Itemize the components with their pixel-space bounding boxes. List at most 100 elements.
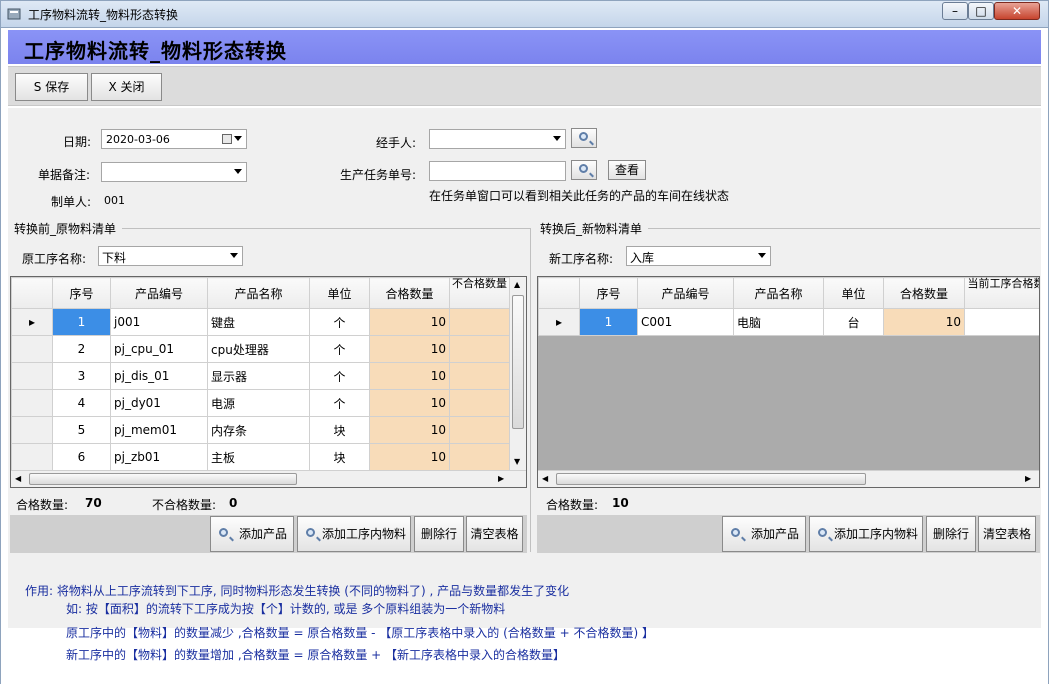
right-grid[interactable]: 序号 产品编号 产品名称 单位 合格数量 当前工序合格数量 ▸ 1 C001 电… xyxy=(537,276,1040,488)
column-header[interactable]: 产品名称 xyxy=(733,277,824,309)
cell-code[interactable]: C001 xyxy=(637,308,734,336)
cell-name[interactable]: 显示器 xyxy=(207,362,310,390)
column-header[interactable]: 单位 xyxy=(823,277,884,309)
handler-select[interactable] xyxy=(429,129,566,149)
cell-no[interactable]: 4 xyxy=(52,389,111,417)
view-button[interactable]: 查看 xyxy=(608,160,646,180)
left-delete-row-button[interactable]: 删除行 xyxy=(414,516,464,552)
cell-qty[interactable]: 10 xyxy=(369,308,450,336)
scroll-left-icon[interactable]: ◀ xyxy=(542,474,548,483)
row-header[interactable] xyxy=(11,389,53,417)
cell-current-qty[interactable] xyxy=(964,308,1039,336)
cell-bad-qty[interactable] xyxy=(449,389,510,417)
cell-bad-qty[interactable] xyxy=(449,362,510,390)
row-header[interactable] xyxy=(11,443,53,471)
cell-bad-qty[interactable] xyxy=(449,335,510,363)
cell-bad-qty[interactable] xyxy=(449,443,510,471)
cell-name[interactable]: cpu处理器 xyxy=(207,335,310,363)
left-horizontal-scrollbar[interactable]: ◀ ▶ xyxy=(11,470,526,487)
left-add-process-button[interactable]: 添加工序内物料 xyxy=(297,516,411,552)
scroll-down-icon[interactable]: ▼ xyxy=(514,457,520,466)
cell-unit[interactable]: 个 xyxy=(309,335,370,363)
column-header[interactable]: 单位 xyxy=(309,277,370,309)
close-button[interactable]: X 关闭 xyxy=(91,73,162,101)
right-delete-row-button[interactable]: 删除行 xyxy=(926,516,976,552)
maximize-button[interactable]: □ xyxy=(968,2,994,20)
cell-code[interactable]: pj_dy01 xyxy=(110,389,208,417)
table-row[interactable]: ▸ 1 C001 电脑 台 10 xyxy=(538,308,1039,336)
current-row-indicator[interactable]: ▸ xyxy=(538,308,580,336)
table-row[interactable]: 6 pj_zb01 主板 块 10 xyxy=(11,443,510,471)
column-header[interactable]: 合格数量 xyxy=(369,277,450,309)
column-header[interactable]: 序号 xyxy=(579,277,638,309)
cell-unit[interactable]: 台 xyxy=(823,308,884,336)
cell-code[interactable]: pj_mem01 xyxy=(110,416,208,444)
left-grid[interactable]: 序号 产品编号 产品名称 单位 合格数量 不合格数量 ▸ 1 j001 键盘 个… xyxy=(10,276,527,488)
scroll-thumb[interactable] xyxy=(512,295,524,429)
cell-name[interactable]: 键盘 xyxy=(207,308,310,336)
left-add-product-button[interactable]: 添加产品 xyxy=(210,516,294,552)
date-picker[interactable]: 2020-03-06 xyxy=(101,129,247,149)
row-header[interactable] xyxy=(11,416,53,444)
handler-search-button[interactable] xyxy=(571,128,597,148)
column-header[interactable]: 合格数量 xyxy=(883,277,965,309)
right-process-select[interactable]: 入库 xyxy=(626,246,771,266)
cell-bad-qty[interactable] xyxy=(449,308,510,336)
remark-select[interactable] xyxy=(101,162,247,182)
right-add-process-button[interactable]: 添加工序内物料 xyxy=(809,516,923,552)
column-header[interactable]: 序号 xyxy=(52,277,111,309)
task-input[interactable] xyxy=(429,161,566,181)
left-clear-button[interactable]: 清空表格 xyxy=(466,516,523,552)
column-header[interactable]: 产品编号 xyxy=(637,277,734,309)
cell-unit[interactable]: 块 xyxy=(309,443,370,471)
cell-no[interactable]: 1 xyxy=(579,308,638,336)
cell-no[interactable]: 2 xyxy=(52,335,111,363)
cell-code[interactable]: pj_zb01 xyxy=(110,443,208,471)
cell-qty[interactable]: 10 xyxy=(369,389,450,417)
cell-qty[interactable]: 10 xyxy=(883,308,965,336)
cell-code[interactable]: pj_dis_01 xyxy=(110,362,208,390)
cell-name[interactable]: 电脑 xyxy=(733,308,824,336)
column-header[interactable]: 当前工序合格数量 xyxy=(964,277,1039,309)
scroll-right-icon[interactable]: ▶ xyxy=(1025,474,1031,483)
cell-unit[interactable]: 块 xyxy=(309,416,370,444)
cell-qty[interactable]: 10 xyxy=(369,362,450,390)
table-row[interactable]: 2 pj_cpu_01 cpu处理器 个 10 xyxy=(11,335,510,363)
right-add-product-button[interactable]: 添加产品 xyxy=(722,516,806,552)
scroll-up-icon[interactable]: ▲ xyxy=(514,280,520,289)
task-search-button[interactable] xyxy=(571,160,597,180)
row-header[interactable] xyxy=(11,362,53,390)
save-button[interactable]: S 保存 xyxy=(15,73,88,101)
cell-no[interactable]: 1 xyxy=(52,308,111,336)
cell-unit[interactable]: 个 xyxy=(309,389,370,417)
column-header[interactable]: 产品名称 xyxy=(207,277,310,309)
column-header[interactable]: 产品编号 xyxy=(110,277,208,309)
cell-code[interactable]: pj_cpu_01 xyxy=(110,335,208,363)
scroll-right-icon[interactable]: ▶ xyxy=(498,474,504,483)
table-row[interactable]: 3 pj_dis_01 显示器 个 10 xyxy=(11,362,510,390)
row-header[interactable] xyxy=(11,335,53,363)
column-header[interactable]: 不合格数量 xyxy=(449,277,510,309)
current-row-indicator[interactable]: ▸ xyxy=(11,308,53,336)
cell-bad-qty[interactable] xyxy=(449,416,510,444)
minimize-button[interactable]: – xyxy=(942,2,968,20)
cell-code[interactable]: j001 xyxy=(110,308,208,336)
scroll-thumb[interactable] xyxy=(556,473,866,485)
scroll-left-icon[interactable]: ◀ xyxy=(15,474,21,483)
scroll-thumb[interactable] xyxy=(29,473,297,485)
left-process-select[interactable]: 下料 xyxy=(98,246,243,266)
calendar-icon[interactable] xyxy=(222,134,232,144)
right-clear-button[interactable]: 清空表格 xyxy=(978,516,1036,552)
cell-name[interactable]: 电源 xyxy=(207,389,310,417)
table-row[interactable]: 5 pj_mem01 内存条 块 10 xyxy=(11,416,510,444)
cell-qty[interactable]: 10 xyxy=(369,443,450,471)
cell-name[interactable]: 主板 xyxy=(207,443,310,471)
right-horizontal-scrollbar[interactable]: ◀ ▶ xyxy=(538,470,1039,487)
cell-name[interactable]: 内存条 xyxy=(207,416,310,444)
cell-no[interactable]: 6 xyxy=(52,443,111,471)
cell-qty[interactable]: 10 xyxy=(369,416,450,444)
table-row[interactable]: ▸ 1 j001 键盘 个 10 xyxy=(11,308,510,336)
window-close-button[interactable]: ✕ xyxy=(994,2,1040,20)
cell-unit[interactable]: 个 xyxy=(309,308,370,336)
cell-no[interactable]: 3 xyxy=(52,362,111,390)
